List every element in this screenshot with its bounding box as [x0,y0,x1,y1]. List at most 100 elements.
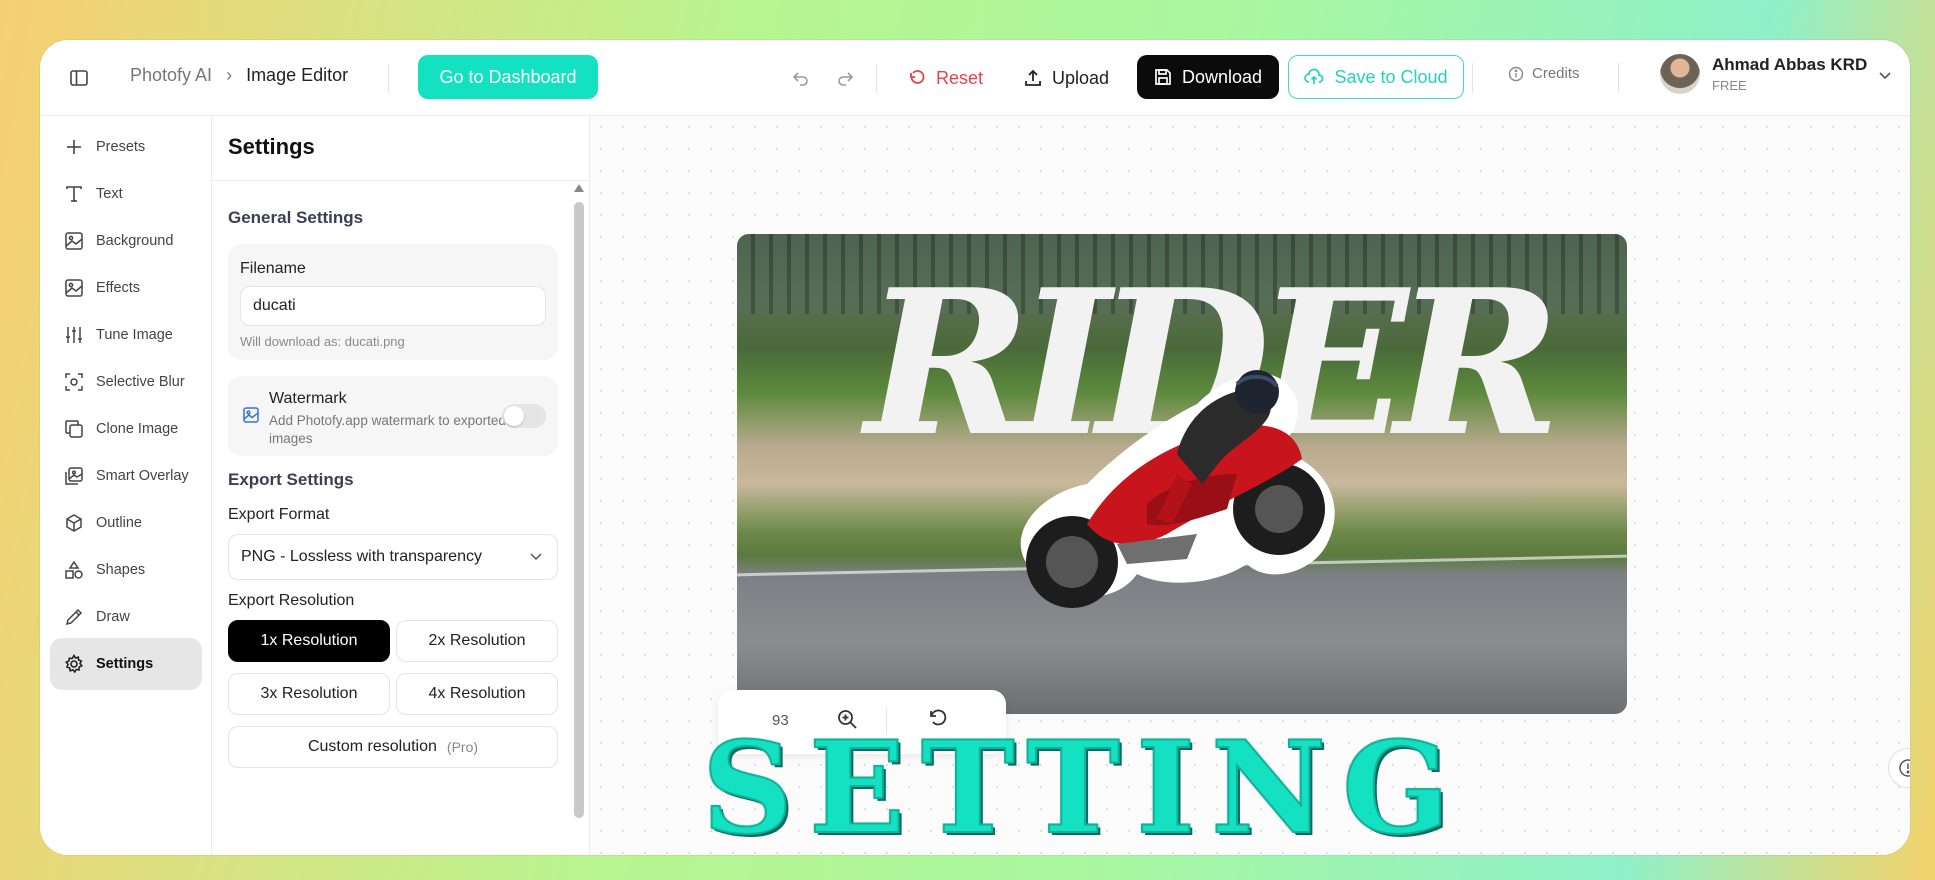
nav-item-tune-image[interactable]: Tune Image [50,309,202,361]
nav-item-label: Settings [96,656,154,672]
download-label: Download [1181,66,1263,87]
nav-item-effects[interactable]: Effects [50,262,202,314]
nav-item-smart-overlay[interactable]: Smart Overlay [50,450,202,502]
header-divider [388,63,389,93]
save-to-cloud-label: Save to Cloud [1334,66,1448,87]
user-name: Ahmad Abbas KRD [1712,55,1868,74]
export-format-select[interactable]: PNG - Lossless with transparency [228,534,558,580]
export-resolution-label: Export Resolution [228,592,355,609]
custom-resolution-label: Custom resolution [307,738,437,755]
sidebar-toggle-button[interactable] [66,65,92,91]
resolution-2x-button[interactable]: 2x Resolution [396,620,558,662]
cube-icon [66,514,82,532]
resolution-4x-button[interactable]: 4x Resolution [396,673,558,715]
info-icon [1508,66,1524,81]
plus-icon [67,140,81,154]
credits-button[interactable]: Credits [1508,65,1580,82]
watermark-toggle[interactable] [502,404,546,428]
export-format-value: PNG - Lossless with transparency [241,548,482,565]
watermark-description: Add Photofy.app watermark to exported im… [269,413,506,446]
focus-icon [65,373,83,391]
header-divider [1472,63,1473,93]
nav-item-label: Background [96,233,174,249]
watermark-card: Watermark Add Photofy.app watermark to e… [228,376,558,456]
upload-button[interactable]: Upload [1024,58,1109,98]
shapes-icon [65,560,83,579]
header-divider [1618,63,1619,93]
scroll-up-arrow-icon[interactable] [574,184,584,192]
overlay-caption: SETTING [701,714,1466,862]
image-icon [65,279,83,297]
scroll-thumb[interactable] [574,202,584,818]
nav-item-label: Draw [96,609,130,625]
resolution-3x-button[interactable]: 3x Resolution [228,673,390,715]
sidebar-icon [70,70,88,86]
redo-icon [838,72,854,86]
filename-label: Filename [240,260,306,277]
watermark-title: Watermark [269,390,347,407]
text-icon [66,186,82,202]
nav-item-settings[interactable]: Settings [50,638,202,690]
top-header: Photofy AI › Image Editor Go to Dashboar… [40,40,1910,116]
pro-badge: (Pro) [446,739,479,755]
general-settings-heading: General Settings [228,208,364,227]
settings-panel: Settings General Settings Filename ducat… [212,116,590,855]
nav-item-shapes[interactable]: Shapes [50,544,202,596]
breadcrumb-root[interactable]: Photofy AI [130,65,212,86]
sliders-icon [66,327,82,343]
undo-button[interactable] [788,65,814,91]
image-icon [65,232,83,250]
nav-item-clone-image[interactable]: Clone Image [50,403,202,455]
filename-card: Filename ducati Will download as: ducati… [228,244,558,360]
custom-resolution-button[interactable]: Custom resolution (Pro) [228,726,558,768]
credits-label: Credits [1532,65,1580,82]
filename-input[interactable]: ducati [240,286,546,326]
nav-item-label: Smart Overlay [96,468,189,484]
save-disk-icon [1155,69,1171,85]
edited-image[interactable]: RIDER [737,234,1627,714]
panel-title: Settings [228,134,315,159]
redo-button[interactable] [832,65,858,91]
help-button[interactable] [1888,748,1910,788]
info-icon [1899,759,1910,777]
nav-item-selective-blur[interactable]: Selective Blur [50,356,202,408]
undo-icon [792,72,808,86]
resolution-1x-button[interactable]: 1x Resolution [228,620,390,662]
nav-item-label: Clone Image [96,421,179,437]
panel-scrollbar[interactable] [574,184,584,844]
copy-icon [65,420,83,438]
breadcrumb-current: Image Editor [246,65,349,85]
upload-icon [1025,69,1041,86]
save-to-cloud-button[interactable]: Save to Cloud [1288,55,1464,99]
export-format-label: Export Format [228,506,330,523]
nav-item-draw[interactable]: Draw [50,591,202,643]
user-plan: FREE [1712,78,1747,93]
image-icon [243,407,259,423]
nav-item-label: Tune Image [96,327,173,343]
export-settings-heading: Export Settings [228,470,354,489]
go-to-dashboard-button[interactable]: Go to Dashboard [418,55,598,99]
nav-item-label: Shapes [96,562,146,578]
user-menu[interactable]: Ahmad Abbas KRD FREE [1660,54,1867,94]
reset-button[interactable]: Reset [908,58,983,98]
breadcrumb: Photofy AI › Image Editor [130,65,348,86]
chevron-down-icon[interactable] [1878,68,1892,86]
motorcycle-subject[interactable] [967,334,1347,624]
gear-icon [65,654,84,674]
nav-item-outline[interactable]: Outline [50,497,202,549]
nav-item-presets[interactable]: Presets [50,121,202,173]
cloud-upload-icon [1304,68,1324,84]
nav-item-label: Outline [96,515,142,531]
reset-icon [910,70,925,84]
nav-item-background[interactable]: Background [50,215,202,267]
image-stack-icon [65,467,83,485]
nav-item-label: Effects [96,280,141,296]
nav-item-text[interactable]: Text [50,168,202,220]
chevron-down-icon [530,553,542,561]
filename-hint: Will download as: ducati.png [240,334,405,349]
chevron-right-icon: › [226,65,233,85]
reset-label: Reset [936,67,984,88]
avatar [1660,54,1700,94]
nav-item-label: Text [96,186,123,202]
download-button[interactable]: Download [1137,55,1279,99]
